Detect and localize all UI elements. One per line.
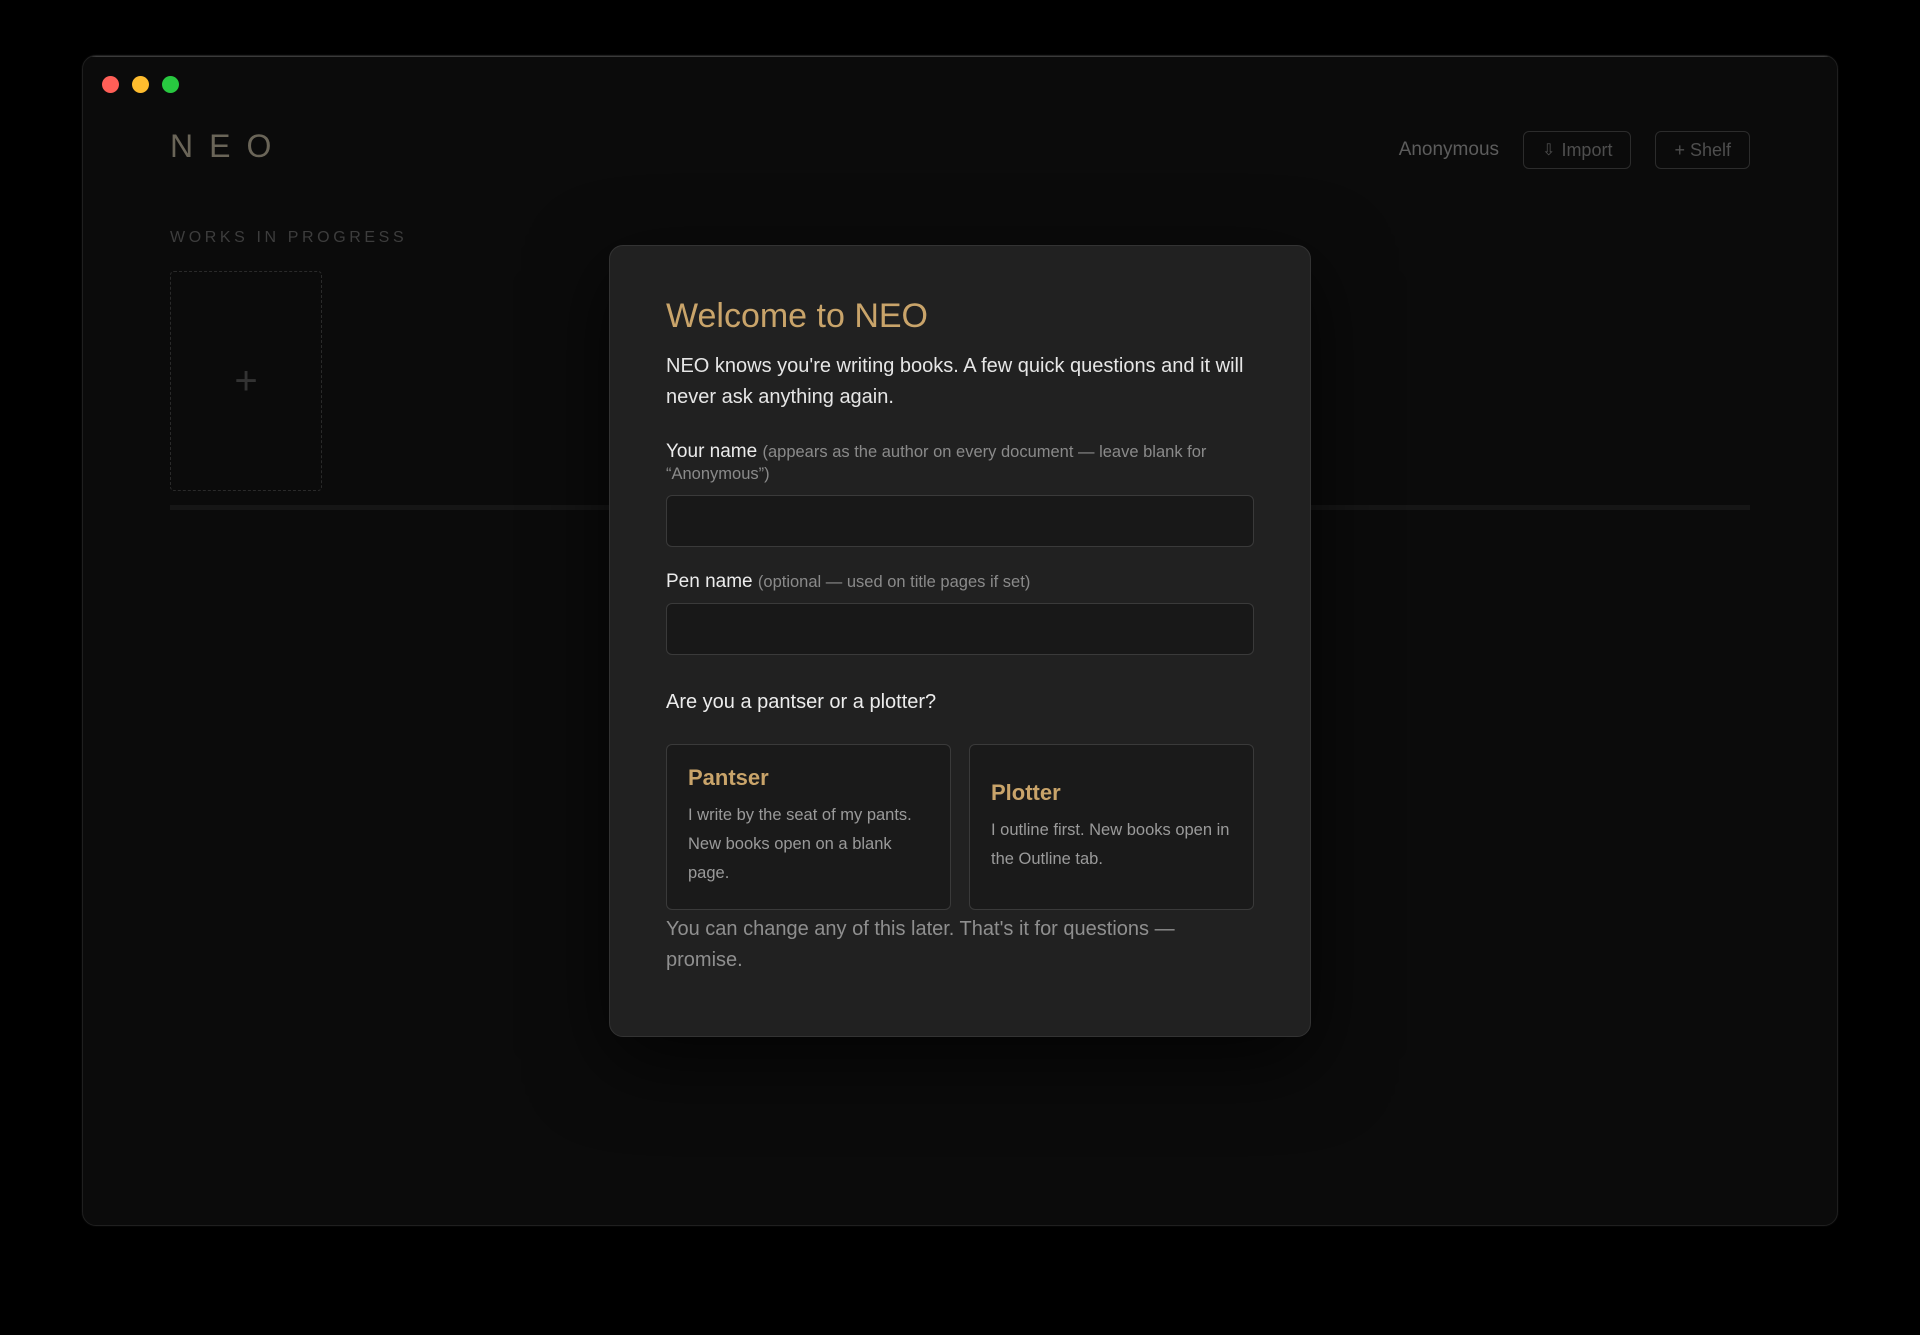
pantser-description: I write by the seat of my pants. New boo… [688,806,912,883]
pen-name-label-hint: (optional — used on title pages if set) [757,572,1031,591]
add-shelf-label: + Shelf [1674,139,1731,160]
download-icon: ⇩ [1542,142,1556,159]
name-input[interactable] [666,494,1254,547]
dialog-title: Welcome to NEO [666,297,929,335]
maximize-window-button[interactable] [162,76,179,93]
app-logo: NEO [170,128,288,164]
pen-name-input[interactable] [666,602,1254,655]
dialog-intro: NEO knows you're writing books. A few qu… [666,354,1244,408]
name-label-text: Your name [666,440,758,462]
add-shelf-button[interactable]: + Shelf [1655,131,1750,169]
name-field-label: Your name (appears as the author on ever… [666,441,1254,485]
plotter-option[interactable]: Plotter I outline first. New books open … [969,743,1254,910]
import-button-label: Import [1561,139,1613,160]
plus-icon: + [234,358,258,403]
pantser-title: Pantser [688,765,769,791]
new-book-card[interactable]: + [170,271,322,491]
plotter-title: Plotter [991,779,1061,805]
dialog-footnote: You can change any of this later. That's… [666,917,1175,971]
welcome-dialog: Welcome to NEO NEO knows you're writing … [609,245,1311,1037]
window-controls [102,76,179,93]
header-actions: Anonymous ⇩ Import + Shelf [1399,131,1750,169]
plotter-description: I outline first. New books open in the O… [991,820,1230,868]
section-label-works-in-progress: WORKS IN PROGRESS [170,229,408,246]
user-name[interactable]: Anonymous [1399,139,1499,161]
pen-name-label-text: Pen name [666,570,753,592]
pen-name-field-label: Pen name (optional — used on title pages… [666,571,1254,593]
close-window-button[interactable] [102,76,119,93]
writing-style-options: Pantser I write by the seat of my pants.… [666,743,1254,910]
minimize-window-button[interactable] [132,76,149,93]
writing-style-question: Are you a pantser or a plotter? [666,690,937,713]
import-button[interactable]: ⇩ Import [1523,131,1632,169]
pantser-option[interactable]: Pantser I write by the seat of my pants.… [666,743,951,910]
